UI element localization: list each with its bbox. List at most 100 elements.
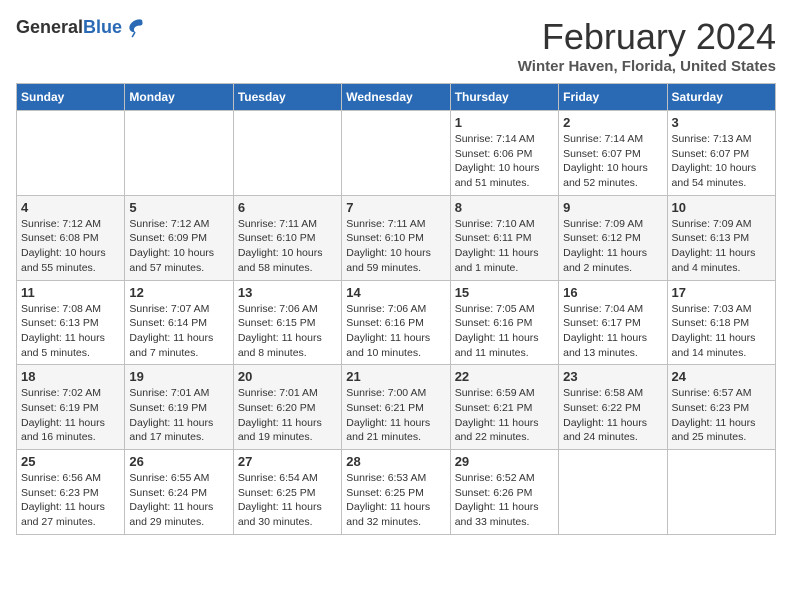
- logo-text: GeneralBlue: [16, 17, 122, 38]
- calendar-cell: 5 Sunrise: 7:12 AM Sunset: 6:09 PM Daylig…: [125, 195, 233, 280]
- day-info: Sunrise: 6:53 AM Sunset: 6:25 PM Dayligh…: [346, 471, 445, 530]
- day-number: 7: [346, 200, 445, 215]
- weekday-header: Wednesday: [342, 84, 450, 111]
- calendar-cell: 10 Sunrise: 7:09 AM Sunset: 6:13 PM Dayli…: [667, 195, 775, 280]
- day-number: 12: [129, 285, 228, 300]
- day-number: 3: [672, 115, 771, 130]
- calendar-cell: 25 Sunrise: 6:56 AM Sunset: 6:23 PM Dayli…: [17, 450, 125, 535]
- logo: GeneralBlue: [16, 16, 146, 38]
- month-title: February 2024: [518, 16, 776, 58]
- calendar-cell: 18 Sunrise: 7:02 AM Sunset: 6:19 PM Dayli…: [17, 365, 125, 450]
- day-number: 17: [672, 285, 771, 300]
- day-number: 1: [455, 115, 554, 130]
- day-info: Sunrise: 7:04 AM Sunset: 6:17 PM Dayligh…: [563, 302, 662, 361]
- day-info: Sunrise: 7:05 AM Sunset: 6:16 PM Dayligh…: [455, 302, 554, 361]
- weekday-header: Monday: [125, 84, 233, 111]
- page-header: GeneralBlue February 2024 Winter Haven, …: [16, 16, 776, 75]
- calendar-cell: 24 Sunrise: 6:57 AM Sunset: 6:23 PM Dayli…: [667, 365, 775, 450]
- day-info: Sunrise: 7:06 AM Sunset: 6:15 PM Dayligh…: [238, 302, 337, 361]
- calendar-cell: 28 Sunrise: 6:53 AM Sunset: 6:25 PM Dayli…: [342, 450, 450, 535]
- day-number: 14: [346, 285, 445, 300]
- calendar-cell: [233, 111, 341, 196]
- title-section: February 2024 Winter Haven, Florida, Uni…: [518, 16, 776, 75]
- day-number: 21: [346, 369, 445, 384]
- day-number: 10: [672, 200, 771, 215]
- calendar-cell: 9 Sunrise: 7:09 AM Sunset: 6:12 PM Daylig…: [559, 195, 667, 280]
- day-number: 22: [455, 369, 554, 384]
- calendar-cell: 23 Sunrise: 6:58 AM Sunset: 6:22 PM Dayli…: [559, 365, 667, 450]
- day-number: 27: [238, 454, 337, 469]
- calendar-cell: [125, 111, 233, 196]
- day-info: Sunrise: 7:06 AM Sunset: 6:16 PM Dayligh…: [346, 302, 445, 361]
- day-info: Sunrise: 7:09 AM Sunset: 6:12 PM Dayligh…: [563, 217, 662, 276]
- weekday-header: Sunday: [17, 84, 125, 111]
- calendar-cell: [667, 450, 775, 535]
- day-number: 9: [563, 200, 662, 215]
- day-number: 26: [129, 454, 228, 469]
- logo-bird-icon: [124, 16, 146, 38]
- calendar-cell: 3 Sunrise: 7:13 AM Sunset: 6:07 PM Daylig…: [667, 111, 775, 196]
- calendar-cell: [559, 450, 667, 535]
- day-number: 28: [346, 454, 445, 469]
- calendar-cell: 13 Sunrise: 7:06 AM Sunset: 6:15 PM Dayli…: [233, 280, 341, 365]
- day-info: Sunrise: 6:54 AM Sunset: 6:25 PM Dayligh…: [238, 471, 337, 530]
- calendar-cell: 7 Sunrise: 7:11 AM Sunset: 6:10 PM Daylig…: [342, 195, 450, 280]
- day-number: 2: [563, 115, 662, 130]
- calendar-cell: 6 Sunrise: 7:11 AM Sunset: 6:10 PM Daylig…: [233, 195, 341, 280]
- calendar-cell: 22 Sunrise: 6:59 AM Sunset: 6:21 PM Dayli…: [450, 365, 558, 450]
- day-number: 24: [672, 369, 771, 384]
- calendar-cell: 12 Sunrise: 7:07 AM Sunset: 6:14 PM Dayli…: [125, 280, 233, 365]
- calendar-cell: [17, 111, 125, 196]
- day-info: Sunrise: 7:09 AM Sunset: 6:13 PM Dayligh…: [672, 217, 771, 276]
- day-number: 8: [455, 200, 554, 215]
- day-info: Sunrise: 7:01 AM Sunset: 6:20 PM Dayligh…: [238, 386, 337, 445]
- calendar-cell: 17 Sunrise: 7:03 AM Sunset: 6:18 PM Dayli…: [667, 280, 775, 365]
- day-info: Sunrise: 6:55 AM Sunset: 6:24 PM Dayligh…: [129, 471, 228, 530]
- day-info: Sunrise: 7:12 AM Sunset: 6:08 PM Dayligh…: [21, 217, 120, 276]
- day-info: Sunrise: 7:08 AM Sunset: 6:13 PM Dayligh…: [21, 302, 120, 361]
- calendar-cell: 8Sunrise: 7:10 AM Sunset: 6:11 PM Daylig…: [450, 195, 558, 280]
- day-number: 4: [21, 200, 120, 215]
- calendar-cell: 16 Sunrise: 7:04 AM Sunset: 6:17 PM Dayli…: [559, 280, 667, 365]
- day-number: 11: [21, 285, 120, 300]
- day-info: Sunrise: 7:11 AM Sunset: 6:10 PM Dayligh…: [346, 217, 445, 276]
- day-number: 13: [238, 285, 337, 300]
- day-number: 15: [455, 285, 554, 300]
- day-info: Sunrise: 7:03 AM Sunset: 6:18 PM Dayligh…: [672, 302, 771, 361]
- day-number: 19: [129, 369, 228, 384]
- day-number: 16: [563, 285, 662, 300]
- calendar-cell: 26 Sunrise: 6:55 AM Sunset: 6:24 PM Dayli…: [125, 450, 233, 535]
- day-info: Sunrise: 7:14 AM Sunset: 6:06 PM Dayligh…: [455, 132, 554, 191]
- day-number: 20: [238, 369, 337, 384]
- day-info: Sunrise: 7:07 AM Sunset: 6:14 PM Dayligh…: [129, 302, 228, 361]
- calendar-cell: 27 Sunrise: 6:54 AM Sunset: 6:25 PM Dayli…: [233, 450, 341, 535]
- calendar-cell: 4 Sunrise: 7:12 AM Sunset: 6:08 PM Daylig…: [17, 195, 125, 280]
- weekday-header: Friday: [559, 84, 667, 111]
- day-info: Sunrise: 7:13 AM Sunset: 6:07 PM Dayligh…: [672, 132, 771, 191]
- day-info: Sunrise: 7:11 AM Sunset: 6:10 PM Dayligh…: [238, 217, 337, 276]
- day-info: Sunrise: 7:12 AM Sunset: 6:09 PM Dayligh…: [129, 217, 228, 276]
- day-info: Sunrise: 6:58 AM Sunset: 6:22 PM Dayligh…: [563, 386, 662, 445]
- day-info: Sunrise: 6:56 AM Sunset: 6:23 PM Dayligh…: [21, 471, 120, 530]
- day-number: 18: [21, 369, 120, 384]
- day-number: 5: [129, 200, 228, 215]
- calendar-cell: 2 Sunrise: 7:14 AM Sunset: 6:07 PM Daylig…: [559, 111, 667, 196]
- calendar-cell: 21 Sunrise: 7:00 AM Sunset: 6:21 PM Dayli…: [342, 365, 450, 450]
- weekday-header: Saturday: [667, 84, 775, 111]
- weekday-header: Thursday: [450, 84, 558, 111]
- day-info: Sunrise: 7:02 AM Sunset: 6:19 PM Dayligh…: [21, 386, 120, 445]
- calendar-cell: 29 Sunrise: 6:52 AM Sunset: 6:26 PM Dayli…: [450, 450, 558, 535]
- day-info: Sunrise: 7:00 AM Sunset: 6:21 PM Dayligh…: [346, 386, 445, 445]
- day-info: Sunrise: 7:01 AM Sunset: 6:19 PM Dayligh…: [129, 386, 228, 445]
- day-info: Sunrise: 6:59 AM Sunset: 6:21 PM Dayligh…: [455, 386, 554, 445]
- calendar-cell: 14 Sunrise: 7:06 AM Sunset: 6:16 PM Dayli…: [342, 280, 450, 365]
- day-info: Sunrise: 6:52 AM Sunset: 6:26 PM Dayligh…: [455, 471, 554, 530]
- day-number: 23: [563, 369, 662, 384]
- day-number: 25: [21, 454, 120, 469]
- day-number: 6: [238, 200, 337, 215]
- day-info: Sunrise: 7:14 AM Sunset: 6:07 PM Dayligh…: [563, 132, 662, 191]
- calendar-cell: 20 Sunrise: 7:01 AM Sunset: 6:20 PM Dayli…: [233, 365, 341, 450]
- day-number: 29: [455, 454, 554, 469]
- location: Winter Haven, Florida, United States: [518, 58, 776, 75]
- day-info: Sunrise: 6:57 AM Sunset: 6:23 PM Dayligh…: [672, 386, 771, 445]
